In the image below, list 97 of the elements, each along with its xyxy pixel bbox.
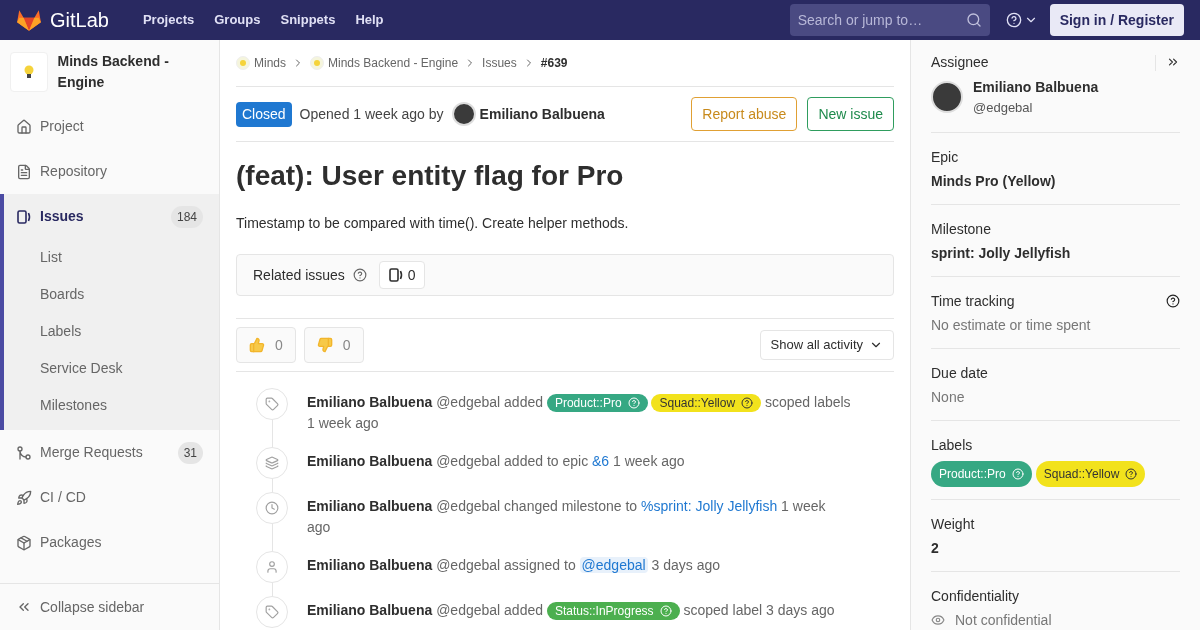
breadcrumb-link[interactable]: Minds Backend - Engine [328,54,459,72]
sidebar-item[interactable]: Repository [0,149,219,194]
help-icon [1011,467,1024,480]
section-heading: Epic [931,147,959,167]
help-icon [659,605,672,618]
author-avatar [451,102,476,126]
section-value: Minds Pro (Yellow) [931,171,1057,191]
breadcrumb-link[interactable]: #639 [540,54,568,72]
section-value: None [931,387,966,407]
nav-link[interactable]: Help [355,10,384,30]
nav-link[interactable]: Snippets [280,10,336,30]
merge-icon [16,444,32,461]
issue-description: Timestamp to be compared with time(). Create helper methods. [236,214,630,233]
rocket-icon [16,489,32,506]
help-icon [352,268,367,282]
project-avatar [236,56,250,70]
help-menu-button[interactable] [1005,12,1038,28]
search-field[interactable]: Search or jump to… [789,4,990,36]
count-badge: 184 [170,205,203,228]
help-icon [741,397,754,410]
scoped-label[interactable]: Squad::Yellow [651,394,762,413]
help-icon [1125,467,1138,480]
activity-note: Emiliano Balbuena @edgebal assigned to @edgebal 3 days ago [307,556,721,575]
sidebar-subitem[interactable]: Labels [4,313,219,350]
section-value: No estimate or time spent [931,315,1092,335]
user-icon [265,560,279,574]
sidebar-subitem[interactable]: Milestones [4,387,219,424]
sidebar-item[interactable]: CI / CD [0,475,219,520]
activity-note: Emiliano Balbuena @edgebal changed milestone to %sprint: Jolly Jellyfish 1 week ago [307,497,827,537]
lightbulb-icon [22,64,35,80]
issue-title: (feat): User entity flag for Pro [236,159,625,193]
fox-logo-icon [16,8,42,32]
thumbs-up-icon [249,337,265,353]
section-heading: Weight [931,514,975,534]
section-heading: Confidentiality [931,586,1019,606]
issues-icon [16,208,32,225]
section-value: 2 [931,538,940,558]
activity-note: Emiliano Balbuena @edgebal added Status::InProgress scoped label 3 days ago [307,601,836,623]
sidebar-subitem[interactable]: Service Desk [4,350,219,387]
document-icon [16,163,32,180]
tag-icon [265,605,279,619]
assignee-name[interactable]: Emiliano Balbuena [973,77,1099,98]
sidebar-item[interactable]: Issues 184 [4,194,219,239]
section-heading: Assignee [931,53,989,72]
breadcrumb-link[interactable]: Issues [482,54,517,72]
sidebar-subitem[interactable]: List [4,239,219,276]
nav-link[interactable]: Projects [142,10,195,30]
activity-filter-dropdown[interactable]: Show all activity [759,330,894,360]
status-badge: Closed [236,101,292,127]
sidebar-subitem[interactable]: Boards [4,276,219,313]
sidebar-item[interactable]: Packages [0,520,219,565]
opened-text: Opened 1 week ago by [299,104,444,124]
section-value: sprint: Jolly Jellyfish [931,243,1072,263]
brand-name[interactable]: GitLab [50,5,109,35]
nav-link[interactable]: Groups [214,10,261,30]
section-heading: Milestone [931,219,991,239]
assignee-avatar [931,81,963,114]
report-abuse-button[interactable]: Report abuse [691,97,798,131]
activity-link[interactable]: &6 [592,453,610,469]
related-count-badge: 0 [378,261,425,289]
sidebar-item[interactable]: Project [0,104,219,149]
activity-note: Emiliano Balbuena @edgebal added Product::Pro Squad::Yellow scoped labels 1 week ago [307,393,852,433]
help-icon [627,397,640,410]
epic-icon [265,456,279,470]
emoji-reaction-button[interactable]: 0 [303,327,364,363]
scoped-label[interactable]: Product::Pro [546,394,648,413]
sign-in-button[interactable]: Sign in / Register [1049,4,1184,36]
project-name[interactable]: Minds Backend - Engine [57,51,209,93]
clock-icon [265,501,279,515]
home-icon [16,118,32,135]
scoped-label[interactable]: Squad::Yellow [1035,460,1146,487]
author-name[interactable]: Emiliano Balbuena [479,103,605,125]
issues-icon [387,267,404,283]
sidebar-item[interactable]: Merge Requests 31 [0,430,219,475]
section-heading: Due date [931,363,988,383]
section-heading: Labels [931,435,973,455]
related-issues-heading: Related issues [253,265,345,285]
section-value: Not confidential [955,610,1052,630]
section-heading: Time tracking [931,291,1015,311]
assignee-username: @edgebal [973,99,1034,117]
emoji-reaction-button[interactable]: 0 [236,327,296,363]
user-mention[interactable]: @edgebal [579,557,648,573]
eye-icon [931,613,945,627]
activity-link[interactable]: %sprint: Jolly Jellyfish [641,498,778,514]
new-issue-button[interactable]: New issue [807,97,894,131]
tag-icon [265,397,279,411]
help-icon[interactable] [1166,293,1180,308]
activity-note: Emiliano Balbuena @edgebal added to epic &6 1 week ago [307,452,686,471]
package-icon [16,534,32,551]
project-avatar [310,56,324,70]
breadcrumb-link[interactable]: Minds [254,54,286,72]
search-icon [965,12,982,28]
collapse-sidebar-button[interactable]: Collapse sidebar [0,583,219,630]
thumbs-down-icon [316,337,333,353]
scoped-label[interactable]: Product::Pro [931,460,1032,487]
count-badge: 31 [177,441,203,464]
help-icon [1005,12,1022,28]
